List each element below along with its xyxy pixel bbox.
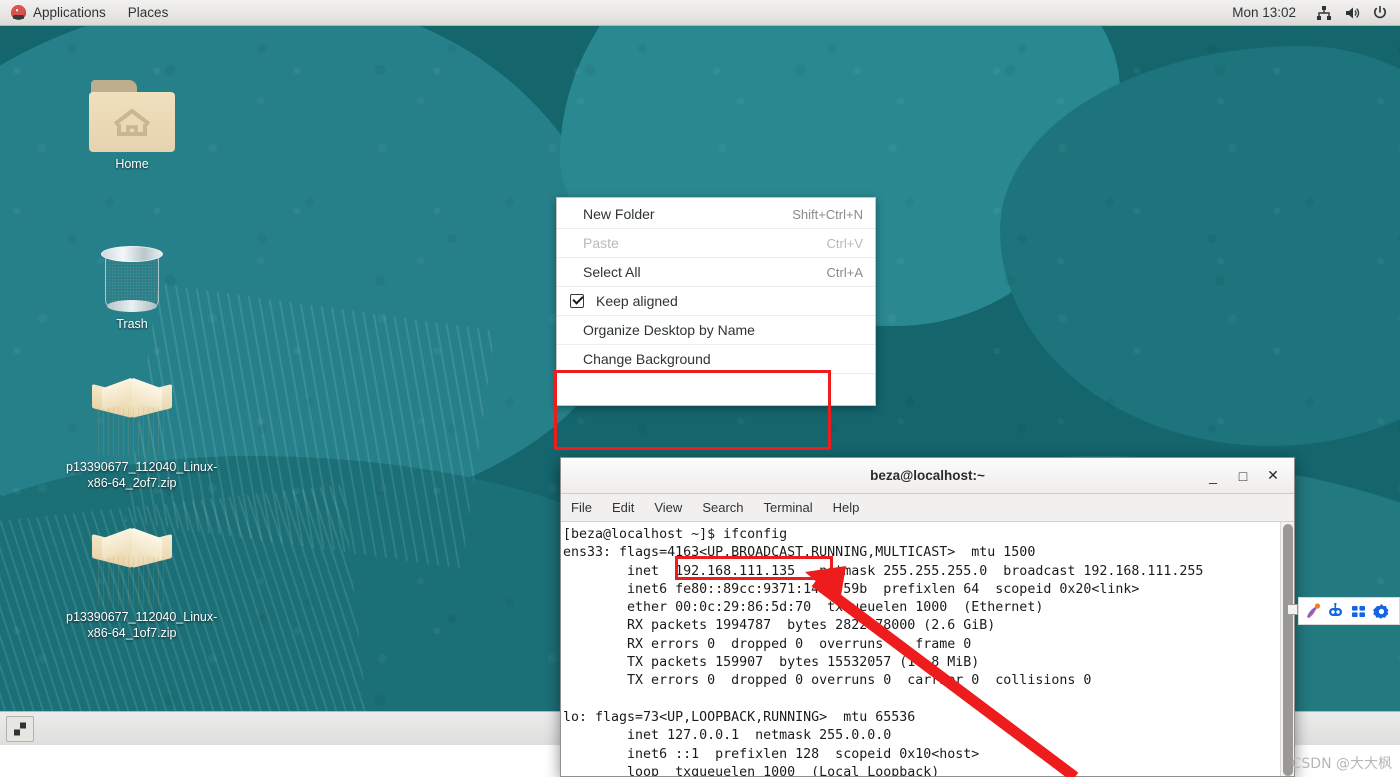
archive-icon (66, 525, 198, 605)
network-tray-icon[interactable] (1310, 0, 1338, 26)
desktop-screen: Applications Places Mon 13:02 Home Trash… (0, 0, 1400, 777)
paint-splash-icon[interactable] (1303, 602, 1321, 620)
menu-item-accelerator: Shift+Ctrl+N (792, 206, 863, 222)
top-panel: Applications Places Mon 13:02 (0, 0, 1400, 26)
desktop-icon-label: Home (115, 157, 149, 171)
watermark: CSDN @大大枫 (1291, 756, 1392, 772)
settings-gear-icon[interactable] (1372, 602, 1390, 620)
terminal-window[interactable]: beza@localhost:~ _ □ ✕ File Edit View Se… (560, 457, 1295, 777)
menubar-search[interactable]: Search (692, 500, 753, 515)
terminal-titlebar[interactable]: beza@localhost:~ _ □ ✕ (561, 458, 1294, 494)
checkbox-checked-icon[interactable] (570, 294, 584, 308)
volume-tray-icon[interactable] (1338, 0, 1366, 26)
applications-menu-label: Applications (33, 5, 106, 20)
menu-item-accelerator: Ctrl+A (826, 264, 863, 280)
redhat-logo-icon (11, 5, 26, 20)
desktop-icon-label: Trash (116, 317, 148, 331)
desktop-icon-label: p13390677_112040_Linux-x86-64_2of7.zip (66, 460, 218, 490)
places-menu-label: Places (127, 5, 169, 20)
menu-item-change-background[interactable]: Change Background (557, 345, 875, 374)
clock[interactable]: Mon 13:02 (1218, 5, 1310, 20)
desktop-icon-zip-2of7[interactable]: p13390677_112040_Linux-x86-64_2of7.zip (66, 375, 218, 491)
desktop-icon-zip-1of7[interactable]: p13390677_112040_Linux-x86-64_1of7.zip (66, 525, 218, 641)
menu-item-accelerator: Ctrl+V (826, 235, 863, 251)
menu-item-keep-aligned[interactable]: Keep aligned (557, 287, 875, 316)
menubar-help[interactable]: Help (823, 500, 870, 515)
menu-highlight-backdrop (557, 373, 828, 398)
terminal-body[interactable]: [beza@localhost ~]$ ifconfig ens33: flag… (561, 522, 1294, 776)
archive-icon (66, 375, 198, 455)
top-panel-right: Mon 13:02 (1218, 0, 1400, 26)
trash-icon (66, 232, 198, 312)
menu-item-select-all[interactable]: Select All Ctrl+A (557, 258, 875, 287)
desktop-icon-label: p13390677_112040_Linux-x86-64_1of7.zip (66, 610, 218, 640)
desktop-icon-home[interactable]: Home (66, 72, 198, 172)
window-controls: _ □ ✕ (1198, 461, 1294, 491)
menu-item-label: Select All (583, 264, 641, 280)
terminal-scrollbar[interactable] (1280, 522, 1294, 776)
menu-item-label: New Folder (583, 206, 655, 222)
floating-toolbar[interactable] (1298, 597, 1400, 625)
close-button[interactable]: ✕ (1258, 461, 1288, 491)
menu-item-organize-desktop-by-name[interactable]: Organize Desktop by Name (557, 316, 875, 345)
menu-item-label: Keep aligned (596, 293, 678, 309)
places-menu[interactable]: Places (117, 0, 180, 26)
robot-icon[interactable] (1326, 602, 1344, 620)
menu-item-paste: Paste Ctrl+V (557, 229, 875, 258)
menu-item-new-folder[interactable]: New Folder Shift+Ctrl+N (557, 200, 875, 229)
grid-apps-icon[interactable] (1349, 602, 1367, 620)
home-icon (66, 72, 198, 152)
menubar-terminal[interactable]: Terminal (754, 500, 823, 515)
terminal-title-text: beza@localhost:~ (870, 468, 985, 483)
scrollbar-thumb[interactable] (1283, 524, 1293, 776)
menubar-edit[interactable]: Edit (602, 500, 644, 515)
desktop-icon-trash[interactable]: Trash (66, 232, 198, 332)
menubar-view[interactable]: View (644, 500, 692, 515)
power-tray-icon[interactable] (1366, 0, 1394, 26)
top-panel-left: Applications Places (0, 0, 179, 26)
menu-item-label: Paste (583, 235, 619, 251)
menu-item-label: Organize Desktop by Name (583, 322, 755, 338)
terminal-menubar: File Edit View Search Terminal Help (561, 494, 1294, 522)
menubar-file[interactable]: File (561, 500, 602, 515)
toolbar-handle[interactable] (1287, 604, 1298, 615)
applications-menu[interactable]: Applications (0, 0, 117, 26)
minimize-button[interactable]: _ (1198, 461, 1228, 491)
menu-item-label: Change Background (583, 351, 711, 367)
maximize-button[interactable]: □ (1228, 461, 1258, 491)
terminal-output[interactable]: [beza@localhost ~]$ ifconfig ens33: flag… (561, 522, 1280, 776)
workspace-switcher-icon[interactable] (6, 715, 34, 742)
